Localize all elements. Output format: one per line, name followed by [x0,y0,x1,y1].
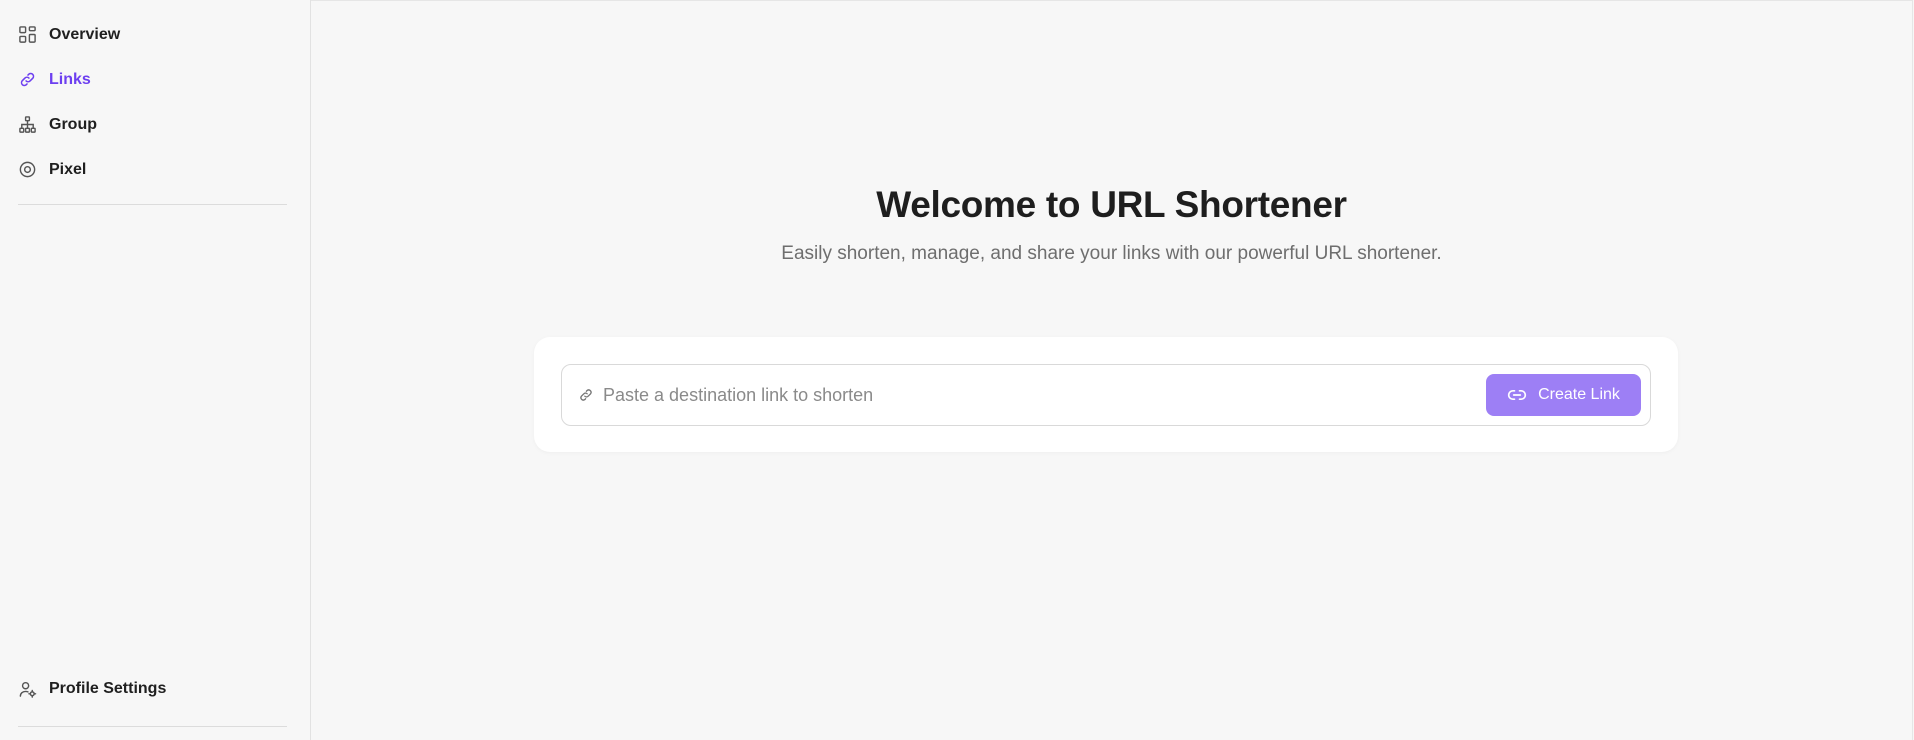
sidebar-item-profile-settings[interactable]: Profile Settings [0,667,310,711]
link-icon [18,70,37,89]
sidebar-bottom: Profile Settings [0,667,310,727]
target-icon [18,160,37,179]
page-title: Welcome to URL Shortener [876,184,1347,225]
create-link-button[interactable]: Create Link [1486,374,1641,416]
sidebar-item-links[interactable]: Links [0,57,310,102]
sidebar-item-label: Profile Settings [49,680,167,697]
page-subtitle: Easily shorten, manage, and share your l… [781,243,1442,264]
sidebar-nav: Overview Links Group Pixel [0,0,310,192]
sidebar-item-label: Group [49,115,97,133]
sidebar-item-label: Pixel [49,160,87,178]
main-content: Welcome to URL Shortener Easily shorten,… [311,0,1913,740]
destination-link-input[interactable] [603,384,1486,406]
hero: Welcome to URL Shortener Easily shorten,… [311,184,1912,265]
sidebar-item-label: Links [49,70,91,88]
sidebar-item-label: Overview [49,25,121,43]
sidebar: Overview Links Group Pixel Profile Setti… [0,0,311,740]
shorten-form: Create Link [561,364,1651,426]
app-shell: Overview Links Group Pixel Profile Setti… [0,0,1914,740]
create-link-label: Create Link [1538,386,1620,403]
link-icon [1507,385,1527,405]
shorten-card: Create Link [534,337,1678,452]
sidebar-item-group[interactable]: Group [0,102,310,147]
sidebar-divider [18,726,287,727]
link-icon [578,387,594,403]
sidebar-item-overview[interactable]: Overview [0,12,310,57]
sidebar-item-pixel[interactable]: Pixel [0,147,310,192]
sitemap-icon [18,115,37,134]
user-settings-icon [18,680,37,699]
grid-icon [18,25,37,44]
sidebar-divider [18,204,287,205]
